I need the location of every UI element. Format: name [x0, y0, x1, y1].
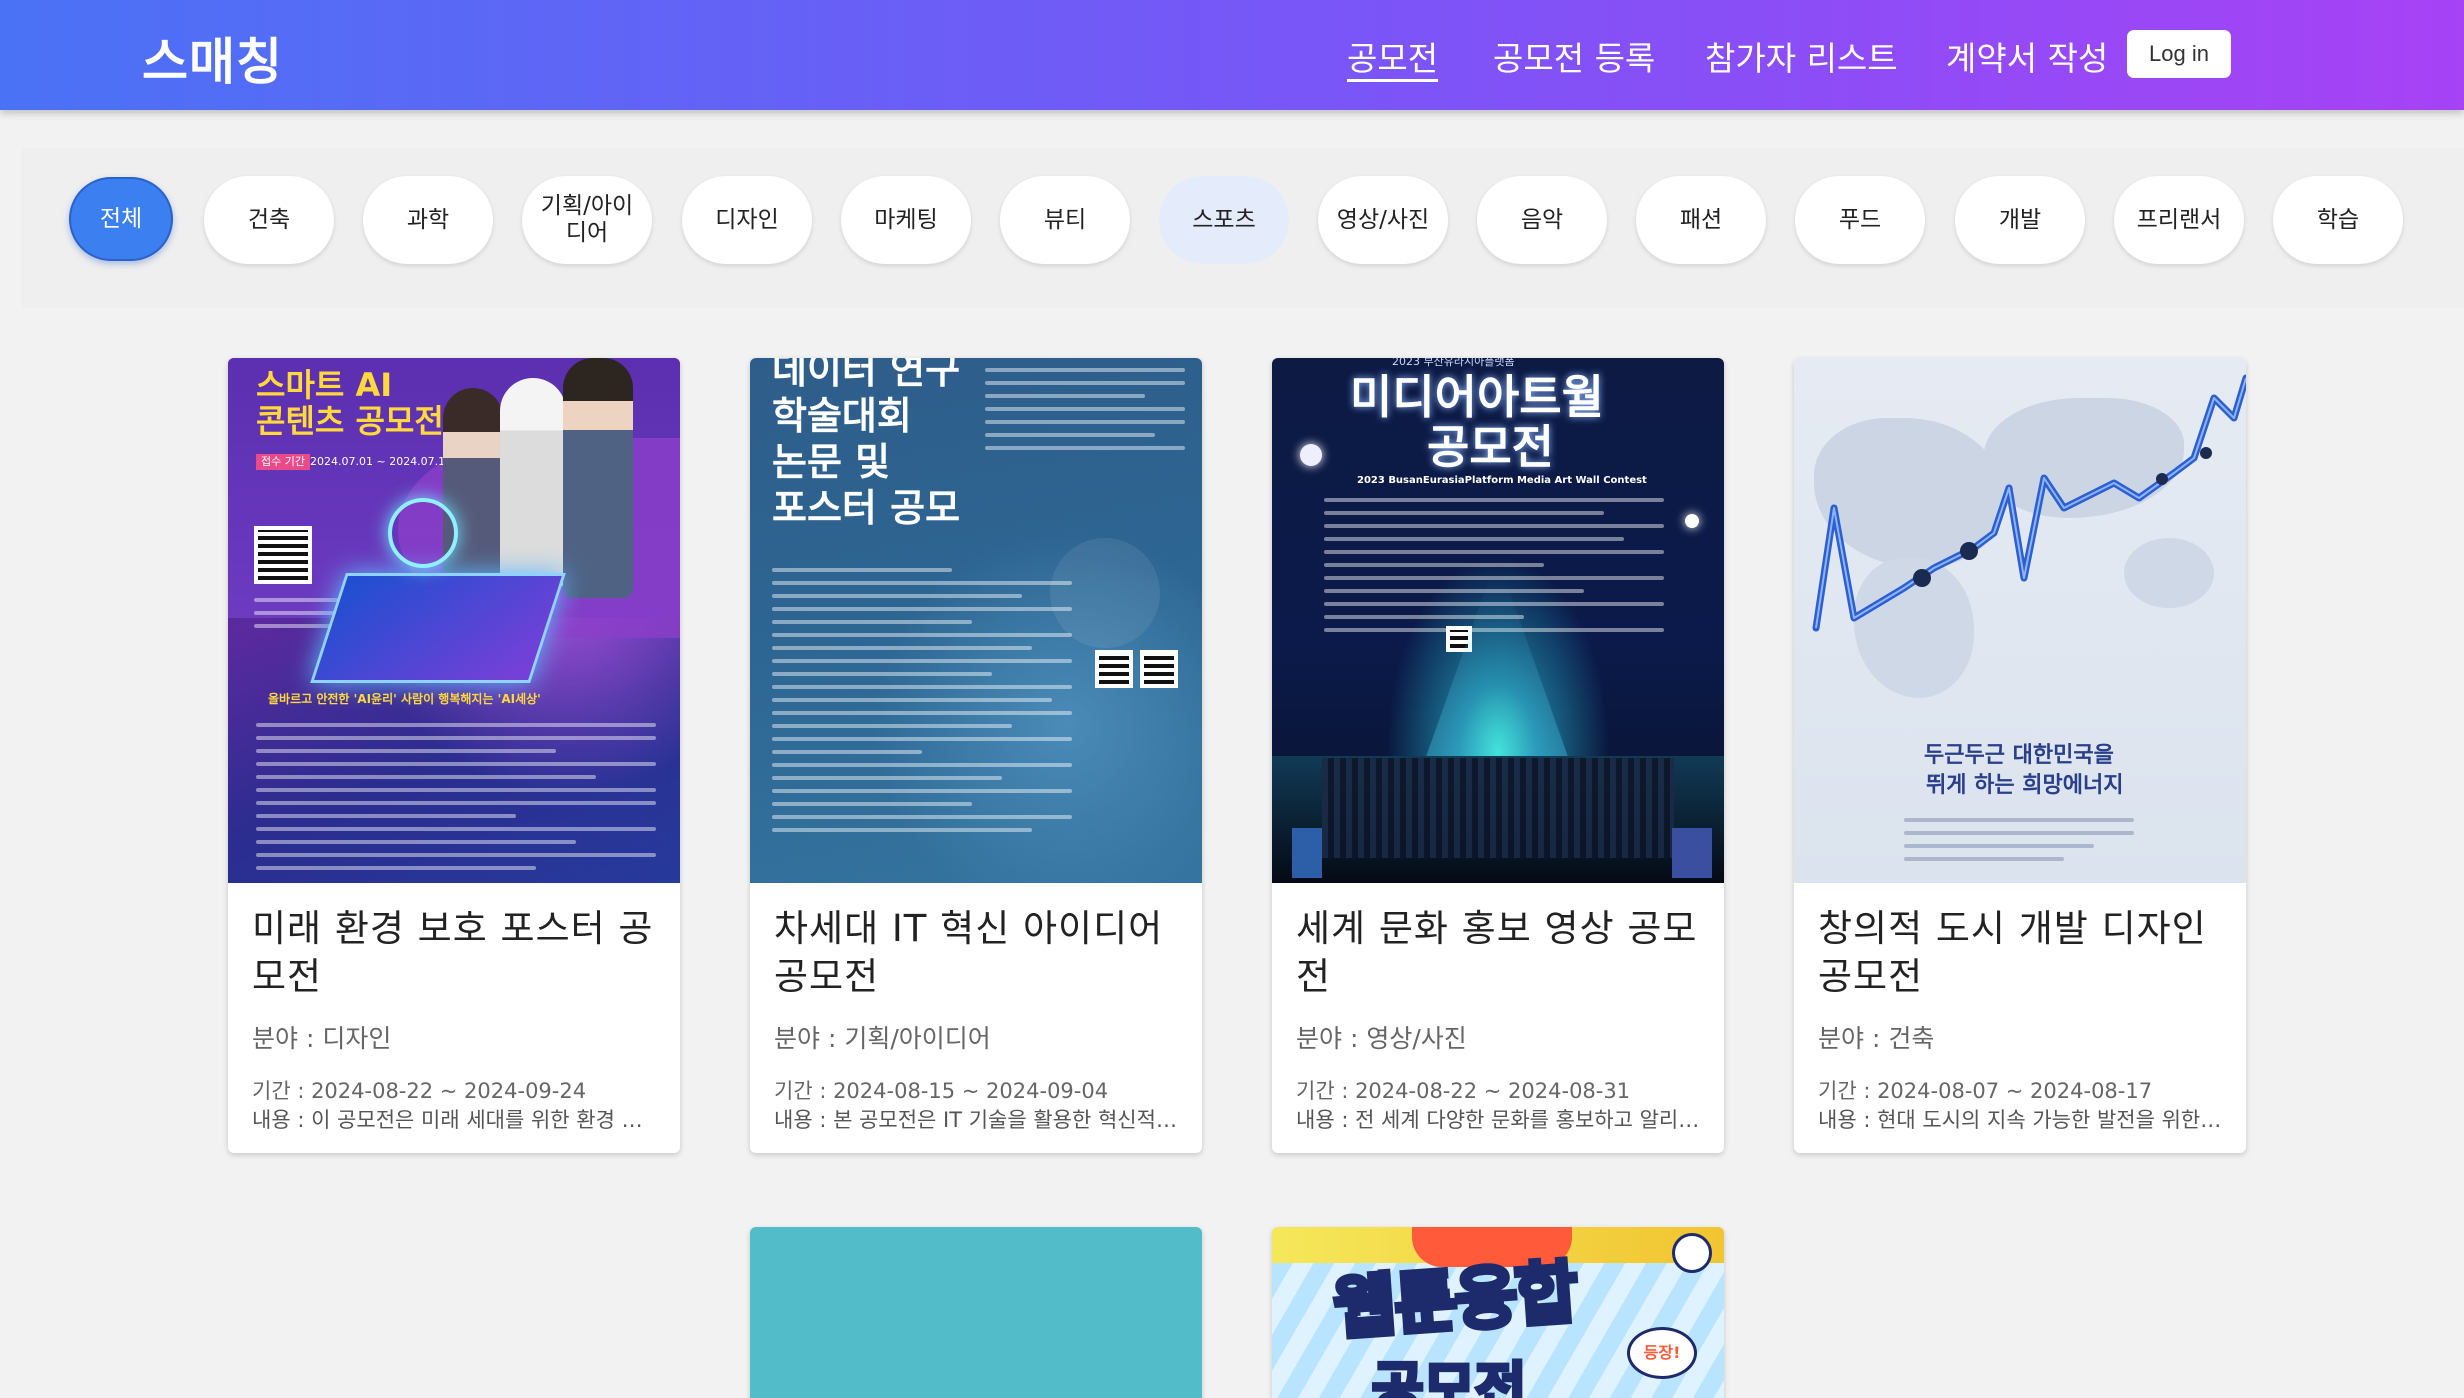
contest-title: 세계 문화 홍보 영상 공모전 — [1296, 907, 1698, 998]
nav-participant-list[interactable]: 참가자 리스트 — [1705, 32, 1898, 80]
category-planning-idea[interactable]: 기획/아이디어 — [522, 176, 652, 264]
contest-card[interactable]: 두근두근 대한민국을 뛰게 하는 희망에너지 창의적 도시 개발 디자인 공모전… — [1794, 358, 2246, 1153]
qr-code-icon — [254, 526, 312, 584]
contest-field: 분야 : 건축 — [1818, 1024, 1935, 1053]
contest-field: 분야 : 디자인 — [252, 1024, 392, 1053]
category-fashion[interactable]: 패션 — [1636, 176, 1766, 264]
camera-icon — [1672, 1233, 1712, 1273]
category-music[interactable]: 음악 — [1477, 176, 1607, 264]
contest-poster-image: 스마트 AI 콘텐츠 공모전 접수 기간 2024.07.01 ~ 2024.0… — [228, 358, 680, 883]
contest-poster-image: 데이터 연구 학술대회 논문 및 포스터 공모 — [750, 358, 1202, 883]
contest-poster-image — [750, 1227, 1202, 1398]
category-marketing[interactable]: 마케팅 — [841, 176, 971, 264]
student-figure — [443, 388, 503, 588]
category-all[interactable]: 전체 — [69, 177, 173, 261]
contest-description: 내용 : 전 세계 다양한 문화를 홍보하고 알리는 영상을 모집합니다. — [1296, 1108, 1700, 1132]
contest-title: 차세대 IT 혁신 아이디어 공모전 — [774, 907, 1164, 998]
category-learning[interactable]: 학습 — [2273, 176, 2403, 264]
contest-field: 분야 : 영상/사진 — [1296, 1024, 1467, 1053]
heartbeat-line-icon — [1812, 374, 2246, 632]
category-sports[interactable]: 스포츠 — [1159, 176, 1289, 264]
contest-card[interactable]: 스마트 AI 콘텐츠 공모전 접수 기간 2024.07.01 ~ 2024.0… — [228, 358, 680, 1153]
contest-poster-image: 두근두근 대한민국을 뛰게 하는 희망에너지 — [1794, 358, 2246, 883]
category-freelancer[interactable]: 프리랜서 — [2114, 176, 2244, 264]
category-design[interactable]: 디자인 — [682, 176, 812, 264]
planet-icon — [1685, 514, 1699, 528]
qr-code-icon — [1095, 650, 1133, 688]
category-beauty[interactable]: 뷰티 — [1000, 176, 1130, 264]
top-navbar: 스매칭 공모전 공모전 등록 참가자 리스트 계약서 작성 Log in — [0, 0, 2464, 110]
laptop-illustration — [310, 573, 566, 683]
robot-figure — [500, 378, 566, 588]
category-development[interactable]: 개발 — [1955, 176, 2085, 264]
brand-logo[interactable]: 스매칭 — [142, 22, 283, 94]
contest-card[interactable]: 데이터 연구 학술대회 논문 및 포스터 공모 차세대 IT 혁신 아이디어 공… — [750, 358, 1202, 1153]
planet-icon — [1300, 444, 1322, 466]
contest-field: 분야 : 기획/아이디어 — [774, 1024, 991, 1053]
hologram-ring — [388, 498, 458, 568]
contest-card[interactable] — [750, 1227, 1202, 1398]
category-science[interactable]: 과학 — [363, 176, 493, 264]
category-food[interactable]: 푸드 — [1795, 176, 1925, 264]
contest-description: 내용 : 본 공모전은 IT 기술을 활용한 혁신적인 아이디어를 발굴합니다. — [774, 1108, 1178, 1132]
nav-register-contest[interactable]: 공모전 등록 — [1493, 32, 1655, 80]
category-architecture[interactable]: 건축 — [204, 176, 334, 264]
contest-period: 기간 : 2024-08-07 ~ 2024-08-17 — [1818, 1079, 2153, 1103]
qr-code-icon — [1140, 650, 1178, 688]
contest-title: 미래 환경 보호 포스터 공모전 — [252, 907, 654, 998]
contest-period: 기간 : 2024-08-22 ~ 2024-09-24 — [252, 1079, 587, 1103]
contest-period: 기간 : 2024-08-22 ~ 2024-08-31 — [1296, 1079, 1631, 1103]
contest-card[interactable]: 웹툰융합 공모전 등장! — [1272, 1227, 1724, 1398]
student-figure — [563, 358, 633, 598]
nav-contests[interactable]: 공모전 — [1347, 32, 1438, 80]
contest-poster-image: 2023 부산유라시아플랫폼 미디어아트월 공모전 2023 BusanEura… — [1272, 358, 1724, 883]
contest-description: 내용 : 이 공모전은 미래 세대를 위한 환경 보호의 중요성을 알리는 포스… — [252, 1108, 656, 1132]
contest-title: 창의적 도시 개발 디자인 공모전 — [1818, 907, 2207, 998]
contest-description: 내용 : 현대 도시의 지속 가능한 발전을 위한 디자인을 모집합니다. — [1818, 1108, 2222, 1132]
category-video-photo[interactable]: 영상/사진 — [1318, 176, 1448, 264]
nav-write-contract[interactable]: 계약서 작성 — [1946, 32, 2108, 80]
login-button[interactable]: Log in — [2127, 30, 2231, 78]
speech-bubble-icon: 등장! — [1627, 1327, 1697, 1379]
contest-card[interactable]: 2023 부산유라시아플랫폼 미디어아트월 공모전 2023 BusanEura… — [1272, 358, 1724, 1153]
contest-period: 기간 : 2024-08-15 ~ 2024-09-04 — [774, 1079, 1109, 1103]
contest-poster-image: 웹툰융합 공모전 등장! — [1272, 1227, 1724, 1398]
